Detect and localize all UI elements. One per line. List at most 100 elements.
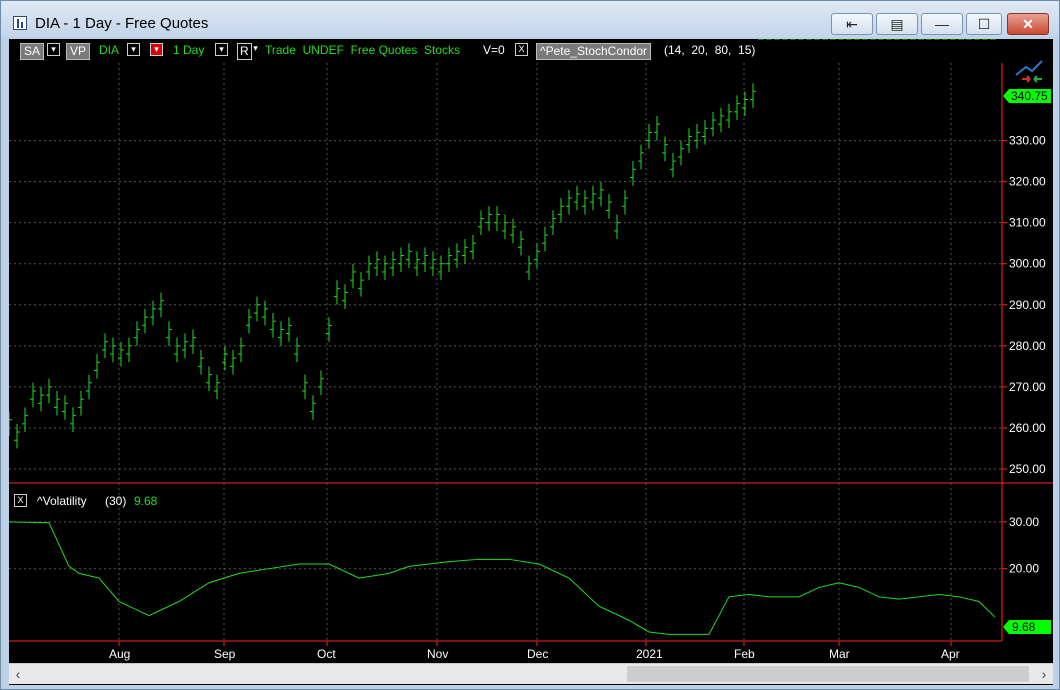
price-bar <box>446 247 452 272</box>
price-bar <box>478 210 484 235</box>
price-tick-label: 330.00 <box>1009 134 1046 148</box>
close-button[interactable]: ✕ <box>1007 13 1049 35</box>
volatility-param: (30) <box>105 494 127 508</box>
price-bar <box>726 103 732 129</box>
price-bar <box>102 333 108 359</box>
price-bar <box>462 239 468 264</box>
pin-button[interactable]: ⇤ <box>831 13 873 35</box>
vol-value-label: 9.68 <box>1012 620 1036 634</box>
price-bar <box>558 198 564 223</box>
volatility-series-line <box>9 521 996 635</box>
price-bar <box>438 255 444 281</box>
price-bar <box>278 321 284 346</box>
price-bar <box>294 337 300 363</box>
date-tick-label: Nov <box>427 647 448 661</box>
minimize-button[interactable]: — <box>921 13 963 35</box>
vol-tick-label: 30.00 <box>1009 515 1039 529</box>
price-bar <box>302 374 308 400</box>
volatility-line <box>9 521 996 635</box>
price-bar <box>662 136 668 162</box>
price-bar <box>542 226 548 252</box>
last-price-label: 340.75 <box>1011 89 1048 103</box>
price-bar <box>398 247 404 272</box>
price-bar <box>470 235 476 260</box>
price-tick-label: 320.00 <box>1009 175 1046 189</box>
price-bar <box>54 391 60 416</box>
price-bar <box>62 395 68 420</box>
price-bar <box>310 395 316 420</box>
date-tick-label: Dec <box>527 647 548 661</box>
price-bar <box>358 271 364 297</box>
price-bar <box>686 128 692 153</box>
price-tick-label: 290.00 <box>1009 298 1046 312</box>
price-bar <box>350 263 356 289</box>
price-tick-label: 280.00 <box>1009 339 1046 353</box>
price-bar <box>262 300 268 326</box>
price-bar <box>502 214 508 240</box>
app-window: DIA - 1 Day - Free Quotes ⇤ ▤ — ☐ ✕ SA ▾… <box>0 0 1060 690</box>
volatility-value: 9.68 <box>134 494 158 508</box>
price-bar <box>286 317 292 342</box>
price-bar <box>678 140 684 166</box>
chart-area[interactable]: SA ▾ VP DIA ▾ ▾ 1 Day ▾ R ▾ Trade UNDEF … <box>9 39 1053 685</box>
price-bar <box>694 124 700 149</box>
horizontal-scrollbar[interactable]: ‹ › <box>9 663 1053 684</box>
price-bar <box>86 374 92 400</box>
scroll-left-icon[interactable]: ‹ <box>9 664 27 684</box>
price-bar <box>342 284 348 309</box>
maximize-button[interactable]: ☐ <box>966 13 1002 35</box>
price-bar <box>166 321 172 346</box>
price-tick-label: 310.00 <box>1009 216 1046 230</box>
price-bar <box>94 354 100 379</box>
price-bar <box>230 349 236 375</box>
price-bar <box>206 366 212 391</box>
price-bar <box>718 107 724 133</box>
price-bar <box>606 193 612 219</box>
date-tick-label: Sep <box>214 647 236 661</box>
price-tick-label: 270.00 <box>1009 380 1046 394</box>
price-bar <box>422 247 428 272</box>
volatility-name: ^Volatility <box>37 494 87 508</box>
chart-app-icon <box>13 16 27 30</box>
price-bar <box>494 206 500 231</box>
note-button[interactable]: ▤ <box>876 13 918 35</box>
price-bar <box>126 337 132 363</box>
last-price-tag: 340.75 <box>1003 89 1051 103</box>
arrows-icon <box>1015 60 1043 83</box>
scroll-thumb[interactable] <box>627 666 1029 682</box>
price-axis-ticks: 250.00 260.00 270.00 280.00 290.00 300.00 310.… <box>1002 134 1046 476</box>
price-bar <box>78 391 84 416</box>
date-tick-label: Oct <box>317 647 336 661</box>
price-bar <box>246 308 252 334</box>
price-bar <box>382 255 388 281</box>
price-bar <box>9 411 12 437</box>
volatility-axis-ticks: 20.00 30.00 <box>1002 515 1039 576</box>
price-bar <box>614 214 620 240</box>
grid-lines <box>9 63 1002 641</box>
price-bar <box>222 345 228 371</box>
date-tick-label: Feb <box>734 647 755 661</box>
window-title: DIA - 1 Day - Free Quotes <box>35 15 209 32</box>
price-bar <box>134 321 140 346</box>
date-tick-label: Aug <box>109 647 130 661</box>
date-tick-label: 2021 <box>636 647 663 661</box>
price-bar <box>526 255 532 281</box>
price-tick-label: 250.00 <box>1009 462 1046 476</box>
scroll-right-icon[interactable]: › <box>1035 664 1053 684</box>
price-bar <box>270 313 276 338</box>
price-tick-label: 260.00 <box>1009 421 1046 435</box>
price-bar <box>22 407 28 433</box>
price-bar <box>158 292 164 318</box>
date-axis-ticks: Aug Sep Oct Nov Dec 2021 Feb Mar Apr <box>109 641 960 661</box>
price-bar <box>110 337 116 363</box>
price-bar <box>366 255 372 281</box>
price-bar <box>638 144 644 170</box>
price-bar <box>486 206 492 231</box>
price-bar <box>750 83 756 108</box>
price-bar <box>670 152 676 178</box>
title-bar[interactable]: DIA - 1 Day - Free Quotes ⇤ ▤ — ☐ ✕ <box>1 1 1059 37</box>
price-chart-svg[interactable]: 250.00 260.00 270.00 280.00 290.00 300.00 310.… <box>9 39 1053 663</box>
price-bar <box>566 189 572 215</box>
close-volatility-icon[interactable]: X <box>14 494 27 507</box>
price-bar <box>654 115 660 141</box>
